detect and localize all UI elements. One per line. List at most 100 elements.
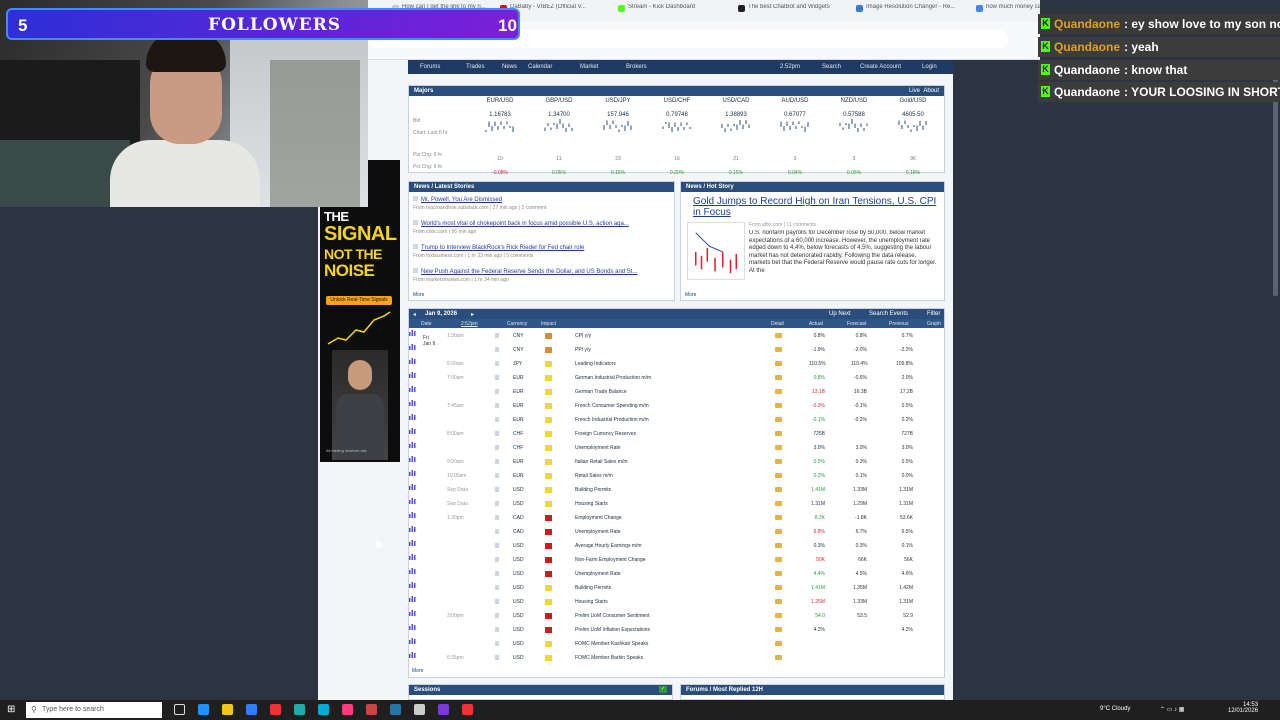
graph-icon[interactable] [409, 441, 416, 448]
event-title[interactable]: Non-Farm Employment Change [575, 557, 646, 563]
calendar-row[interactable]: 6:35pm USD FOMC Member Barkin Speaks [409, 651, 944, 665]
event-title[interactable]: FOMC Member Barkin Speaks [575, 655, 643, 661]
major-pair[interactable]: NZD/USD 0.57588 3 0.05% [825, 98, 883, 176]
about-link[interactable]: About [923, 88, 939, 94]
graph-icon[interactable] [409, 413, 416, 420]
alert-bell-icon[interactable] [495, 459, 499, 464]
app-icon[interactable] [342, 704, 353, 715]
impact-folder-icon[interactable] [545, 655, 552, 661]
alert-bell-icon[interactable] [495, 389, 499, 394]
alert-bell-icon[interactable] [495, 445, 499, 450]
browser-tab[interactable]: The best ChatBot and Widgets [738, 4, 848, 18]
story-link[interactable]: Trump to Interview BlackRock's Rick Ried… [413, 244, 673, 251]
nav-right-item[interactable]: Create Account [860, 64, 901, 70]
detail-folder-icon[interactable] [775, 571, 782, 576]
file-explorer-icon[interactable] [222, 704, 233, 715]
detail-folder-icon[interactable] [775, 361, 782, 366]
event-title[interactable]: Prelim UoM Inflation Expectations [575, 627, 650, 633]
event-title[interactable]: Unemployment Rate [575, 571, 621, 577]
graph-icon[interactable] [409, 385, 416, 392]
impact-folder-icon[interactable] [545, 557, 552, 563]
event-title[interactable]: French Industrial Production m/m [575, 417, 649, 423]
detail-folder-icon[interactable] [775, 599, 782, 604]
alert-bell-icon[interactable] [495, 627, 499, 632]
event-title[interactable]: Leading Indicators [575, 361, 616, 367]
graph-icon[interactable] [409, 553, 416, 560]
tray-icons[interactable]: ⌃ ▭ ♪ ▦ [1160, 706, 1184, 713]
impact-folder-icon[interactable] [545, 459, 552, 465]
detail-folder-icon[interactable] [775, 375, 782, 380]
impact-folder-icon[interactable] [545, 627, 552, 633]
alert-bell-icon[interactable] [495, 543, 499, 548]
alert-bell-icon[interactable] [495, 333, 499, 338]
event-title[interactable]: French Consumer Spending m/m [575, 403, 649, 409]
graph-icon[interactable] [409, 399, 416, 406]
story-link[interactable]: World's most vital oil chokepoint back i… [413, 220, 673, 227]
graph-icon[interactable] [409, 483, 416, 490]
graph-icon[interactable] [409, 567, 416, 574]
major-pair[interactable]: Gold/USD 4605.50 96 0.18% [884, 98, 942, 176]
nav-trades[interactable]: Trades [466, 64, 484, 70]
event-title[interactable]: CPI y/y [575, 333, 591, 339]
major-pair[interactable]: USD/CHF 0.79748 16 0.20% [648, 98, 706, 176]
nav-right-item[interactable]: Search [822, 64, 841, 70]
alert-bell-icon[interactable] [495, 501, 499, 506]
alert-bell-icon[interactable] [495, 529, 499, 534]
calendar-row[interactable]: 8:00am CHF Foreign Currency Reserves 725B 72… [409, 427, 944, 441]
alert-bell-icon[interactable] [495, 641, 499, 646]
detail-folder-icon[interactable] [775, 431, 782, 436]
major-pair[interactable]: AUD/USD 0.67077 3 0.04% [766, 98, 824, 176]
detail-folder-icon[interactable] [775, 389, 782, 394]
graph-icon[interactable] [409, 469, 416, 476]
event-title[interactable]: German Trade Balance [575, 389, 627, 395]
event-title[interactable]: Building Permits [575, 585, 611, 591]
graph-icon[interactable] [409, 427, 416, 434]
calendar-row[interactable]: USD Average Hourly Earnings m/m 0.3% 0.3% 0.… [409, 539, 944, 553]
browser-tab[interactable]: how much money can fo... [976, 4, 1040, 18]
event-title[interactable]: Building Permits [575, 487, 611, 493]
detail-folder-icon[interactable] [775, 459, 782, 464]
alert-bell-icon[interactable] [495, 431, 499, 436]
alert-bell-icon[interactable] [495, 571, 499, 576]
taskbar-search-input[interactable]: Type here to search [26, 702, 162, 718]
event-title[interactable]: PPI y/y [575, 347, 591, 353]
alert-bell-icon[interactable] [495, 557, 499, 562]
impact-folder-icon[interactable] [545, 585, 552, 591]
chrome-icon[interactable] [294, 704, 305, 715]
windows-start-icon[interactable]: ⊞ [7, 704, 15, 715]
mail-icon[interactable] [390, 704, 401, 715]
detail-folder-icon[interactable] [775, 613, 782, 618]
event-title[interactable]: Unemployment Rate [575, 445, 621, 451]
calendar-row[interactable]: EUR French Industrial Production m/m -0.1%… [409, 413, 944, 427]
hot-headline-link[interactable]: Gold Jumps to Record High on Iran Tensio… [693, 196, 938, 218]
impact-folder-icon[interactable] [545, 375, 552, 381]
detail-folder-icon[interactable] [775, 347, 782, 352]
impact-folder-icon[interactable] [545, 571, 552, 577]
graph-icon[interactable] [409, 371, 416, 378]
impact-folder-icon[interactable] [545, 599, 552, 605]
detail-folder-icon[interactable] [775, 417, 782, 422]
calendar-row[interactable]: USD Unemployment Rate 4.4% 4.5% 4.6% [409, 567, 944, 581]
task-view-icon[interactable] [174, 704, 185, 715]
live-toggle[interactable]: Live [909, 88, 920, 94]
alert-bell-icon[interactable] [495, 515, 499, 520]
col-time[interactable]: 2:52pm [461, 321, 478, 327]
major-pair[interactable]: EUR/USD 1.16783 10 -0.08% [471, 98, 529, 176]
calendar-row[interactable]: CHF Unemployment Rate 3.0% 3.0% 3.0% [409, 441, 944, 455]
calendar-row[interactable]: EUR German Trade Balance 13.1B 16.3B 17.2B [409, 385, 944, 399]
calendar-row[interactable]: 10:00am EUR Retail Sales m/m 0.2% 0.1% 0.0% [409, 469, 944, 483]
graph-icon[interactable] [409, 357, 416, 364]
search-events-link[interactable]: Search Events [869, 311, 908, 317]
calendar-row[interactable]: 1:30pm CAD Employment Change 8.2K -1.8K 53.6K [409, 511, 944, 525]
calendar-row[interactable]: CAD Unemployment Rate 6.8% 6.7% 6.5% [409, 525, 944, 539]
calendar-row[interactable]: USD Prelim UoM Inflation Expectations 4.2%… [409, 623, 944, 637]
detail-folder-icon[interactable] [775, 515, 782, 520]
impact-folder-icon[interactable] [545, 389, 552, 395]
detail-folder-icon[interactable] [775, 627, 782, 632]
alert-bell-icon[interactable] [495, 361, 499, 366]
browser-tab[interactable]: Image Resolution Changer - Re... [856, 4, 966, 18]
calendar-row[interactable]: 1:30am CNY CPI y/y 0.8% 0.8% 0.7% [409, 329, 944, 343]
nav-right-item[interactable]: Login [922, 64, 937, 70]
graph-icon[interactable] [409, 329, 416, 336]
impact-folder-icon[interactable] [545, 431, 552, 437]
